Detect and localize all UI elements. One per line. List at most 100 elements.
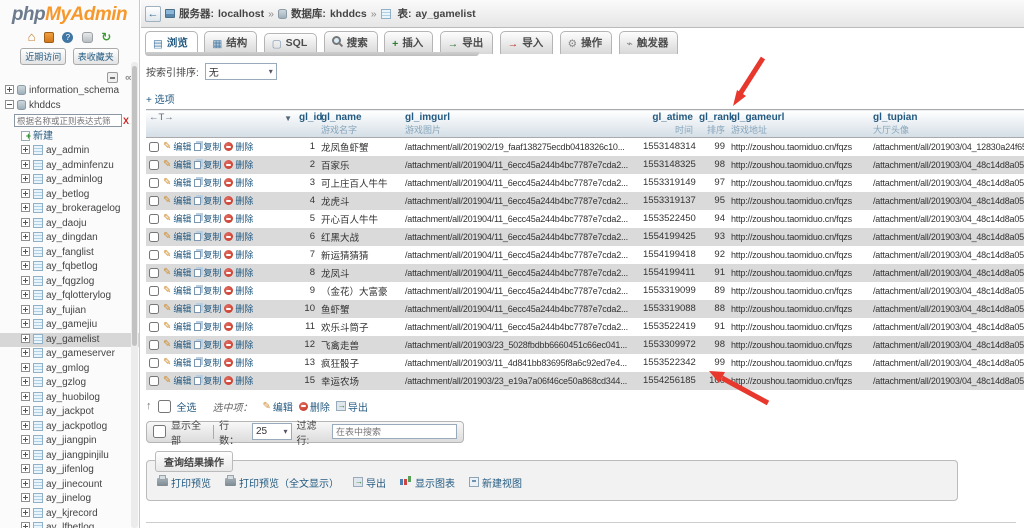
row-delete-link[interactable]: 删除 [224,266,253,279]
row-checkbox[interactable] [149,286,159,296]
column-header-gl-id[interactable]: gl_id [296,110,318,138]
row-copy-link[interactable]: 复制 [194,284,221,297]
row-edit-link[interactable]: 编辑 [163,248,191,261]
row-copy-link[interactable]: 复制 [194,302,221,315]
check-all-label[interactable]: 全选 [177,399,197,414]
column-header-gl-name[interactable]: gl_name游戏名字 [318,110,402,138]
row-edit-link[interactable]: 编辑 [163,266,191,279]
row-checkbox[interactable] [149,268,159,278]
sidebar-table-item[interactable]: ay_betlog [0,188,139,203]
expand-icon[interactable] [21,421,30,430]
column-header-gl-rank[interactable]: gl_rank排序 [696,110,728,138]
sidebar-table-item[interactable]: ay_huobilog [0,391,139,406]
row-delete-link[interactable]: 删除 [224,374,253,387]
row-delete-link[interactable]: 删除 [224,212,253,225]
sidebar-table-item[interactable]: ay_jackpot [0,405,139,420]
recent-tables-button[interactable]: 近期访问 [20,48,66,65]
row-edit-link[interactable]: 编辑 [163,194,191,207]
print-preview-link[interactable]: 打印预览 [157,475,211,490]
sidebar-table-item[interactable]: ay_lfbetlog [0,521,139,528]
sidebar-table-item[interactable]: ay_dingdan [0,231,139,246]
export-link[interactable]: 导出 [353,475,386,490]
sidebar-table-item[interactable]: ay_admin [0,144,139,159]
logout-icon[interactable] [44,32,54,43]
row-copy-link[interactable]: 复制 [194,194,221,207]
clear-filter-icon[interactable]: X [123,114,129,129]
row-edit-link[interactable]: 编辑 [163,284,191,297]
row-delete-link[interactable]: 删除 [224,194,253,207]
expand-icon[interactable] [21,435,30,444]
row-checkbox[interactable] [149,196,159,206]
settings-icon[interactable] [82,32,93,43]
sidebar-table-item[interactable]: ay_gamelist [0,333,139,348]
row-delete-link[interactable]: 删除 [224,338,253,351]
sidebar-db-information-schema[interactable]: information_schema [0,84,139,99]
row-copy-link[interactable]: 复制 [194,176,221,189]
row-checkbox[interactable] [149,304,159,314]
rows-count-select[interactable]: 25▾ [252,423,292,440]
scrollbar-thumb[interactable] [132,66,137,346]
sidebar-table-item[interactable]: ay_jinelog [0,492,139,507]
row-checkbox[interactable] [149,358,159,368]
sidebar-table-item[interactable]: ay_jinecount [0,478,139,493]
row-copy-link[interactable]: 复制 [194,230,221,243]
expand-icon[interactable] [21,493,30,502]
row-copy-link[interactable]: 复制 [194,140,221,153]
row-edit-link[interactable]: 编辑 [163,212,191,225]
row-copy-link[interactable]: 复制 [194,338,221,351]
sidebar-table-item[interactable]: ay_gamejiu [0,318,139,333]
row-edit-link[interactable]: 编辑 [163,176,191,189]
row-delete-link[interactable]: 删除 [224,284,253,297]
row-edit-link[interactable]: 编辑 [163,140,191,153]
print-preview-full-link[interactable]: 打印预览（全文显示） [225,475,339,490]
row-checkbox[interactable] [149,322,159,332]
sidebar-table-item[interactable]: ay_adminlog [0,173,139,188]
row-delete-link[interactable]: 删除 [224,158,253,171]
expand-icon[interactable] [21,406,30,415]
tab[interactable]: 导入 [500,31,554,54]
tab[interactable]: 操作 [560,31,612,54]
tab[interactable]: 结构 [204,31,257,54]
sidebar-table-item[interactable]: ay_fqbetlog [0,260,139,275]
refresh-icon[interactable] [101,28,111,46]
row-checkbox[interactable] [149,376,159,386]
sidebar-table-item[interactable]: ay_daoju [0,217,139,232]
row-edit-link[interactable]: 编辑 [163,302,191,315]
column-header-actions[interactable]: ←T→ ▼ [146,110,296,138]
column-header-gl-imgurl[interactable]: gl_imgurl游戏图片 [402,110,640,138]
breadcrumb-server[interactable]: localhost [218,8,264,20]
row-delete-link[interactable]: 删除 [224,320,253,333]
row-delete-link[interactable]: 删除 [224,302,253,315]
row-checkbox[interactable] [149,340,159,350]
display-chart-link[interactable]: 显示图表 [400,475,455,490]
tab[interactable]: 搜索 [324,31,378,54]
column-header-gl-gameurl[interactable]: gl_gameurl游戏地址 [728,110,870,138]
row-copy-link[interactable]: 复制 [194,158,221,171]
row-edit-link[interactable]: 编辑 [163,374,191,387]
expand-icon[interactable] [21,290,30,299]
filter-rows-input[interactable] [332,424,457,439]
home-icon[interactable] [28,28,36,46]
selected-export-link[interactable]: 导出 [336,399,368,414]
expand-icon[interactable] [21,450,30,459]
expand-icon[interactable] [21,261,30,270]
check-all-checkbox[interactable] [158,400,171,413]
row-delete-link[interactable]: 删除 [224,176,253,189]
sidebar-table-item[interactable]: ay_gzlog [0,376,139,391]
row-copy-link[interactable]: 复制 [194,374,221,387]
expand-icon[interactable] [21,305,30,314]
sidebar-table-item[interactable]: ay_jackpotlog [0,420,139,435]
row-checkbox[interactable] [149,250,159,260]
expand-icon[interactable] [21,218,30,227]
row-copy-link[interactable]: 复制 [194,356,221,369]
row-checkbox[interactable] [149,160,159,170]
sort-by-key-select[interactable]: 无▾ [205,63,277,80]
expand-icon[interactable] [21,334,30,343]
expand-icon[interactable] [21,203,30,212]
sidebar-scrollbar[interactable] [131,62,138,528]
show-all-checkbox[interactable] [153,425,166,438]
sidebar-new-table[interactable]: 新建 [0,130,139,145]
row-delete-link[interactable]: 删除 [224,140,253,153]
tab[interactable]: 导出 [440,31,494,54]
tab[interactable]: 插入 [384,31,433,54]
